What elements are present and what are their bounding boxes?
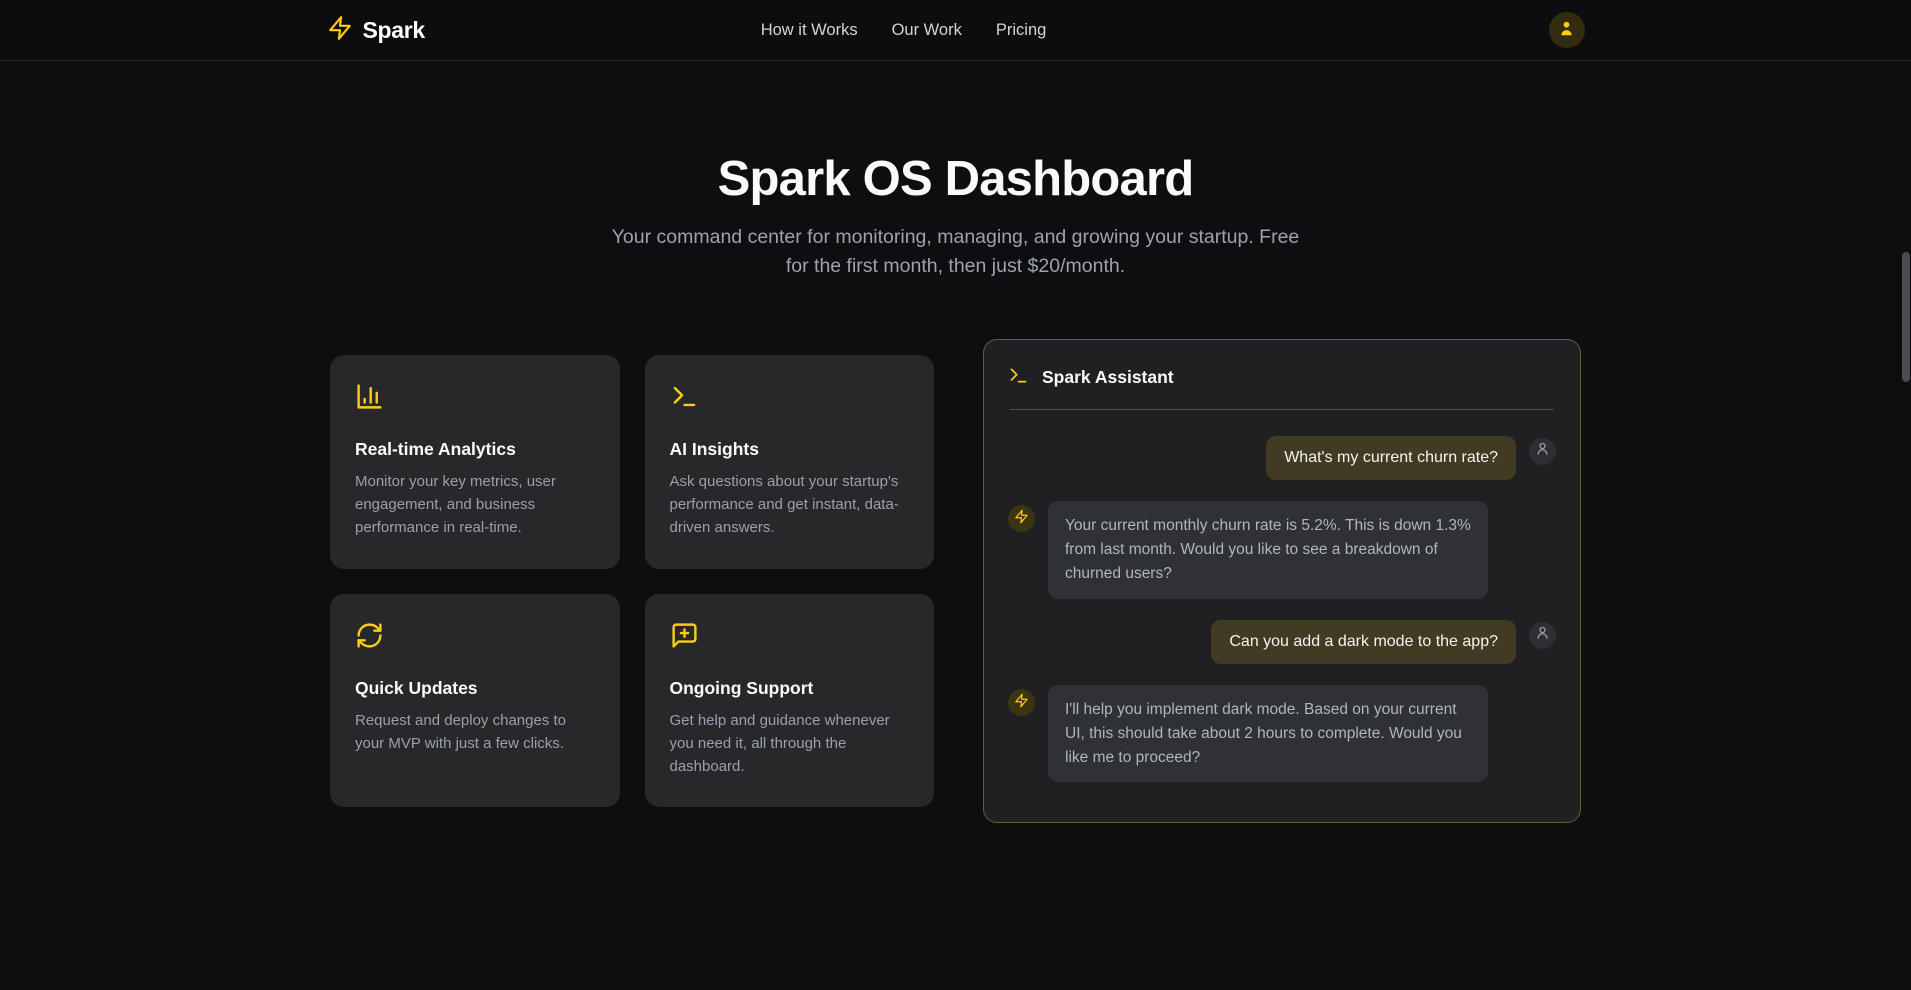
- assistant-panel-title: Spark Assistant: [1042, 367, 1174, 388]
- assistant-panel-header: Spark Assistant: [1008, 365, 1556, 391]
- features-grid: Real-time Analytics Monitor your key met…: [330, 355, 934, 808]
- feature-description: Request and deploy changes to your MVP w…: [355, 709, 595, 756]
- scrollbar-track: [1901, 0, 1911, 990]
- nav-link-how-it-works[interactable]: How it Works: [761, 21, 858, 40]
- chat-message-assistant: I'll help you implement dark mode. Based…: [1008, 685, 1556, 782]
- user-icon: [1535, 441, 1550, 461]
- brand-logo[interactable]: Spark: [327, 15, 425, 46]
- page: Spark How it Works Our Work Pricing Spar…: [0, 0, 1911, 990]
- feature-title: Ongoing Support: [670, 678, 910, 699]
- panel-divider: [1010, 409, 1554, 410]
- feature-card-realtime-analytics: Real-time Analytics Monitor your key met…: [330, 355, 620, 569]
- feature-card-quick-updates: Quick Updates Request and deploy changes…: [330, 594, 620, 808]
- brand-name: Spark: [363, 17, 425, 44]
- user-message-bubble: What's my current churn rate?: [1266, 436, 1516, 481]
- bar-chart-icon: [355, 382, 595, 416]
- terminal-icon: [1008, 365, 1029, 391]
- assistant-chat-avatar: [1008, 689, 1035, 716]
- feature-title: Real-time Analytics: [355, 439, 595, 460]
- feature-title: AI Insights: [670, 439, 910, 460]
- zap-icon: [1014, 509, 1029, 529]
- user-avatar-button[interactable]: [1549, 12, 1585, 48]
- user-icon: [1557, 19, 1576, 41]
- zap-icon: [1014, 693, 1029, 713]
- assistant-chat-avatar: [1008, 505, 1035, 532]
- assistant-message-bubble: I'll help you implement dark mode. Based…: [1048, 685, 1488, 782]
- message-square-plus-icon: [670, 621, 910, 655]
- zap-icon: [327, 15, 353, 46]
- user-chat-avatar: [1529, 622, 1556, 649]
- user-icon: [1535, 625, 1550, 645]
- hero-section: Spark OS Dashboard Your command center f…: [0, 61, 1911, 281]
- content-row: Real-time Analytics Monitor your key met…: [0, 339, 1911, 824]
- user-chat-avatar: [1529, 438, 1556, 465]
- user-message-bubble: Can you add a dark mode to the app?: [1211, 620, 1516, 665]
- feature-card-ongoing-support: Ongoing Support Get help and guidance wh…: [645, 594, 935, 808]
- page-subtitle: Your command center for monitoring, mana…: [611, 223, 1301, 281]
- feature-card-ai-insights: AI Insights Ask questions about your sta…: [645, 355, 935, 569]
- feature-description: Ask questions about your startup's perfo…: [670, 470, 910, 540]
- refresh-icon: [355, 621, 595, 655]
- chat-messages: What's my current churn rate? Your curre…: [1008, 436, 1556, 783]
- scrollbar-thumb[interactable]: [1902, 252, 1910, 382]
- nav-link-our-work[interactable]: Our Work: [892, 21, 962, 40]
- chat-message-user: What's my current churn rate?: [1008, 436, 1556, 481]
- chat-message-user: Can you add a dark mode to the app?: [1008, 620, 1556, 665]
- feature-description: Monitor your key metrics, user engagemen…: [355, 470, 595, 540]
- main-nav: How it Works Our Work Pricing: [761, 21, 1047, 40]
- feature-description: Get help and guidance whenever you need …: [670, 709, 910, 779]
- nav-link-pricing[interactable]: Pricing: [996, 21, 1046, 40]
- page-title: Spark OS Dashboard: [0, 153, 1911, 207]
- navbar-inner: Spark How it Works Our Work Pricing: [327, 0, 1585, 60]
- terminal-icon: [670, 382, 910, 416]
- feature-title: Quick Updates: [355, 678, 595, 699]
- chat-message-assistant: Your current monthly churn rate is 5.2%.…: [1008, 501, 1556, 598]
- navbar: Spark How it Works Our Work Pricing: [0, 0, 1911, 61]
- assistant-message-bubble: Your current monthly churn rate is 5.2%.…: [1048, 501, 1488, 598]
- assistant-panel: Spark Assistant What's my current churn …: [983, 339, 1581, 824]
